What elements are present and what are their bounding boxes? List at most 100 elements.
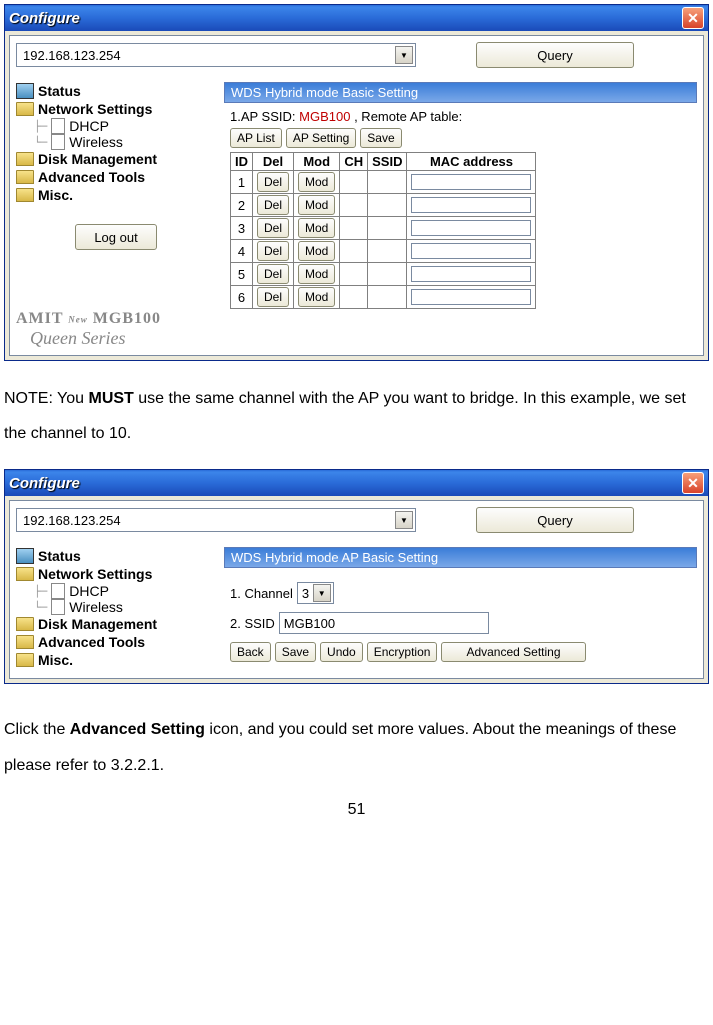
- mac-input[interactable]: [411, 220, 531, 236]
- save-button[interactable]: Save: [275, 642, 316, 662]
- mac-input[interactable]: [411, 243, 531, 259]
- sidebar-item-status[interactable]: Status: [16, 547, 216, 565]
- encryption-button[interactable]: Encryption: [367, 642, 438, 662]
- channel-select[interactable]: 3 ▼: [297, 582, 334, 604]
- ap-ssid-line: 1.AP SSID: MGB100 , Remote AP table:: [230, 109, 691, 124]
- main-panel-2: WDS Hybrid mode AP Basic Setting 1. Chan…: [224, 547, 697, 672]
- mac-input[interactable]: [411, 174, 531, 190]
- chevron-down-icon[interactable]: ▼: [313, 584, 331, 602]
- window-title: Configure: [9, 10, 80, 27]
- folder-icon: [16, 188, 34, 202]
- titlebar: Configure ✕: [5, 5, 708, 31]
- tree-branch-icon: ├─: [34, 120, 47, 133]
- undo-button[interactable]: Undo: [320, 642, 363, 662]
- chevron-down-icon[interactable]: ▼: [395, 46, 413, 64]
- folder-icon: [16, 635, 34, 649]
- client-area: 192.168.123.254 ▼ Query Status Network S…: [9, 35, 704, 356]
- del-button[interactable]: Del: [257, 287, 289, 307]
- monitor-icon: [16, 83, 34, 99]
- tree-branch-icon: └─: [34, 601, 47, 614]
- sidebar-item-disk[interactable]: Disk Management: [16, 150, 216, 168]
- aplist-button[interactable]: AP List: [230, 128, 282, 148]
- address-value: 192.168.123.254: [23, 513, 121, 528]
- hdr-ssid: SSID: [368, 153, 407, 171]
- chevron-down-icon[interactable]: ▼: [395, 511, 413, 529]
- note-paragraph: NOTE: You MUST use the same channel with…: [4, 381, 709, 451]
- panel-title: WDS Hybrid mode AP Basic Setting: [224, 547, 697, 568]
- query-button[interactable]: Query: [476, 42, 634, 68]
- hdr-mod: Mod: [294, 153, 340, 171]
- sidebar-item-wireless[interactable]: └─ Wireless: [16, 134, 216, 150]
- sidebar-item-advanced[interactable]: Advanced Tools: [16, 633, 216, 651]
- sidebar-item-status[interactable]: Status: [16, 82, 216, 100]
- sidebar-item-dhcp[interactable]: ├─ DHCP: [16, 583, 216, 599]
- main-panel-1: WDS Hybrid mode Basic Setting 1.AP SSID:…: [224, 82, 697, 315]
- panel-title: WDS Hybrid mode Basic Setting: [224, 82, 697, 103]
- hdr-ch: CH: [340, 153, 368, 171]
- mod-button[interactable]: Mod: [298, 218, 335, 238]
- address-combo[interactable]: 192.168.123.254 ▼: [16, 43, 416, 67]
- sidebar-item-network[interactable]: Network Settings: [16, 565, 216, 583]
- tree-branch-icon: └─: [34, 136, 47, 149]
- document-icon: [51, 599, 65, 615]
- mac-input[interactable]: [411, 289, 531, 305]
- brand-logo: AMIT New MGB100 Queen Series: [16, 310, 216, 349]
- ssid-input[interactable]: [279, 612, 489, 634]
- ssid-row: 2. SSID: [230, 612, 691, 634]
- advanced-setting-button[interactable]: Advanced Setting: [441, 642, 585, 662]
- sidebar-item-misc[interactable]: Misc.: [16, 651, 216, 669]
- mod-button[interactable]: Mod: [298, 264, 335, 284]
- address-bar-row: 192.168.123.254 ▼ Query: [16, 507, 697, 533]
- document-icon: [51, 118, 65, 134]
- back-button[interactable]: Back: [230, 642, 271, 662]
- del-button[interactable]: Del: [257, 264, 289, 284]
- folder-icon: [16, 152, 34, 166]
- titlebar: Configure ✕: [5, 470, 708, 496]
- sidebar-item-misc[interactable]: Misc.: [16, 186, 216, 204]
- mod-button[interactable]: Mod: [298, 195, 335, 215]
- hdr-del: Del: [253, 153, 294, 171]
- configure-window-2: Configure ✕ 192.168.123.254 ▼ Query Stat…: [4, 469, 709, 684]
- sidebar: Status Network Settings ├─ DHCP └─ Wirel…: [16, 82, 216, 349]
- sidebar-item-advanced[interactable]: Advanced Tools: [16, 168, 216, 186]
- sidebar: Status Network Settings ├─ DHCP └─ Wirel…: [16, 547, 216, 669]
- content-row: Status Network Settings ├─ DHCP └─ Wirel…: [16, 82, 697, 349]
- apsetting-button[interactable]: AP Setting: [286, 128, 356, 148]
- table-row: 1DelMod: [231, 171, 536, 194]
- address-value: 192.168.123.254: [23, 48, 121, 63]
- document-icon: [51, 583, 65, 599]
- mod-button[interactable]: Mod: [298, 241, 335, 261]
- table-row: 3DelMod: [231, 217, 536, 240]
- close-icon[interactable]: ✕: [682, 472, 704, 494]
- del-button[interactable]: Del: [257, 218, 289, 238]
- mod-button[interactable]: Mod: [298, 287, 335, 307]
- window-title: Configure: [9, 475, 80, 492]
- folder-icon: [16, 102, 34, 116]
- address-combo[interactable]: 192.168.123.254 ▼: [16, 508, 416, 532]
- sidebar-item-disk[interactable]: Disk Management: [16, 615, 216, 633]
- del-button[interactable]: Del: [257, 172, 289, 192]
- del-button[interactable]: Del: [257, 195, 289, 215]
- logout-button[interactable]: Log out: [75, 224, 156, 250]
- query-button[interactable]: Query: [476, 507, 634, 533]
- table-row: 2DelMod: [231, 194, 536, 217]
- document-icon: [51, 134, 65, 150]
- sidebar-item-network[interactable]: Network Settings: [16, 100, 216, 118]
- mac-input[interactable]: [411, 197, 531, 213]
- mod-button[interactable]: Mod: [298, 172, 335, 192]
- mac-input[interactable]: [411, 266, 531, 282]
- channel-row: 1. Channel 3 ▼: [230, 582, 691, 604]
- content-row: Status Network Settings ├─ DHCP └─ Wirel…: [16, 547, 697, 672]
- sidebar-item-dhcp[interactable]: ├─ DHCP: [16, 118, 216, 134]
- del-button[interactable]: Del: [257, 241, 289, 261]
- save-button[interactable]: Save: [360, 128, 401, 148]
- hdr-id: ID: [231, 153, 253, 171]
- ap-table: ID Del Mod CH SSID MAC address 1DelMod 2…: [230, 152, 536, 309]
- address-bar-row: 192.168.123.254 ▼ Query: [16, 42, 697, 68]
- page-number: 51: [4, 801, 709, 819]
- sidebar-item-wireless[interactable]: └─ Wireless: [16, 599, 216, 615]
- folder-icon: [16, 617, 34, 631]
- hdr-mac: MAC address: [407, 153, 536, 171]
- table-row: 5DelMod: [231, 263, 536, 286]
- close-icon[interactable]: ✕: [682, 7, 704, 29]
